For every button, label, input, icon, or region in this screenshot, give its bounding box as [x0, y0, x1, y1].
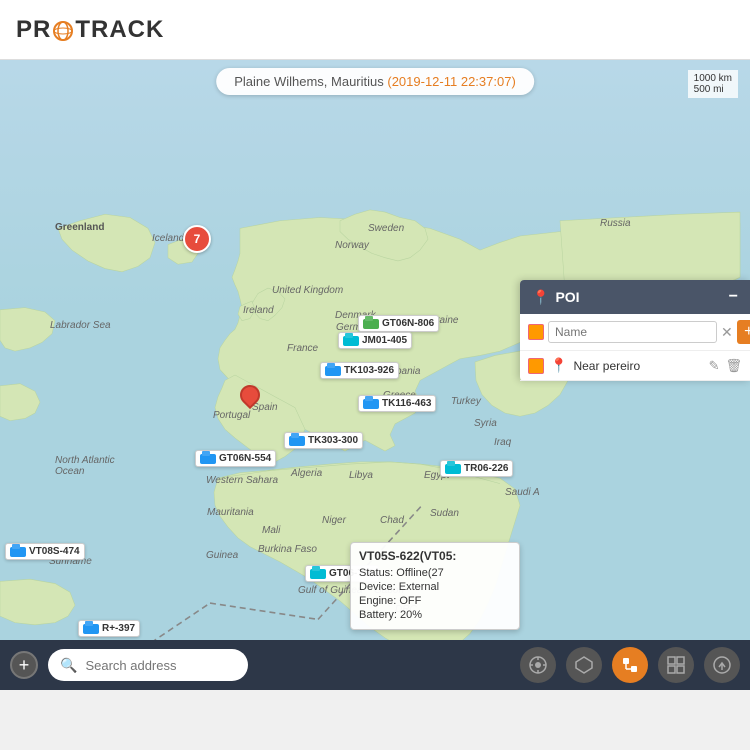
vehicle-JM01-405[interactable]: JM01-405	[338, 332, 412, 349]
poi-title: POI	[555, 289, 579, 305]
poi-header-left: 📍 POI	[532, 289, 580, 306]
vehicle-icon	[83, 624, 99, 634]
vehicle-icon	[10, 547, 26, 557]
zoom-button[interactable]: +	[10, 651, 38, 679]
route-icon	[620, 655, 640, 675]
vehicle-label: TK303-300	[308, 435, 358, 446]
logo-icon	[52, 20, 74, 42]
vehicle-GT06N-806[interactable]: GT06N-806	[358, 315, 439, 332]
poi-item-name: Near pereiro	[573, 359, 702, 373]
bottom-bar: + 🔍	[0, 640, 750, 690]
grid-icon-button[interactable]	[658, 647, 694, 683]
vehicle-label: R+-397	[102, 623, 135, 634]
popup-battery: Battery: 20%	[359, 609, 511, 621]
map-pin[interactable]	[240, 385, 260, 405]
poi-add-button[interactable]: +	[737, 320, 750, 344]
vehicle-icon	[200, 454, 216, 464]
popup-title: VT05S-622(VT05:	[359, 549, 511, 563]
vehicle-label: VT08S-474	[29, 546, 80, 557]
geofence-icon	[574, 655, 594, 675]
location-icon	[528, 655, 548, 675]
search-icon: 🔍	[60, 657, 77, 674]
vehicle-TK116-463[interactable]: TK116-463	[358, 395, 436, 412]
poi-search-checkbox[interactable]	[528, 324, 544, 340]
poi-search-row: ✕ +	[520, 314, 750, 351]
upload-icon	[712, 655, 732, 675]
scale-mi: 500 mi	[694, 84, 732, 95]
cluster-count: 7	[194, 232, 201, 246]
vehicle-TK103-926[interactable]: TK103-926	[320, 362, 399, 379]
vehicle-icon	[445, 464, 461, 474]
pin-head	[236, 381, 264, 409]
location-bar: Plaine Wilhems, Mauritius (2019-12-11 22…	[216, 68, 534, 95]
vehicle-icon	[310, 569, 326, 579]
scale-km: 1000 km	[694, 73, 732, 84]
upload-icon-button[interactable]	[704, 647, 740, 683]
scale-bar: 1000 km 500 mi	[688, 70, 738, 98]
search-box: 🔍	[48, 649, 248, 681]
poi-item-row: 📍 Near pereiro ✎ 🗑	[520, 351, 750, 381]
vehicle-label: GT06N-806	[382, 318, 434, 329]
poi-header: 📍 POI −	[520, 280, 750, 314]
vehicle-VT08S-474[interactable]: VT08S-474	[5, 543, 85, 560]
logo-post: TRACK	[75, 16, 164, 44]
vehicle-icon	[363, 399, 379, 409]
search-address-input[interactable]	[85, 658, 236, 673]
vehicle-label: GT06N-554	[219, 453, 271, 464]
poi-item-checkbox[interactable]	[528, 358, 544, 374]
popup-status: Status: Offline(27	[359, 567, 511, 579]
popup-device: Device: External	[359, 581, 511, 593]
vehicle-icon	[325, 366, 341, 376]
logo-pre: PR	[16, 16, 51, 44]
vehicle-TR06-226[interactable]: TR06-226	[440, 460, 513, 477]
logo: PR TRACK	[16, 16, 164, 44]
vehicle-icon	[343, 336, 359, 346]
geofence-icon-button[interactable]	[566, 647, 602, 683]
vehicle-label: TK103-926	[344, 365, 394, 376]
route-icon-button[interactable]	[612, 647, 648, 683]
poi-delete-button[interactable]: 🗑	[725, 358, 742, 374]
vehicle-popup: VT05S-622(VT05: Status: Offline(27 Devic…	[350, 542, 520, 630]
location-place: Plaine Wilhems, Mauritius	[234, 74, 384, 89]
vehicle-R-397[interactable]: R+-397	[78, 620, 140, 637]
poi-icon-button[interactable]	[520, 647, 556, 683]
map-container[interactable]: Greenland Iceland Norway Sweden Russia U…	[0, 60, 750, 690]
cluster-marker[interactable]: 7	[183, 225, 211, 253]
vehicle-GT06N-554[interactable]: GT06N-554	[195, 450, 276, 467]
poi-search-clear-button[interactable]: ✕	[721, 324, 733, 341]
grid-icon	[666, 655, 686, 675]
poi-panel: 📍 POI − ✕ + 📍 Near pereiro ✎ 🗑	[520, 280, 750, 381]
location-datetime: (2019-12-11 22:37:07)	[387, 74, 515, 89]
vehicle-TK303-300[interactable]: TK303-300	[284, 432, 363, 449]
vehicle-label: TR06-226	[464, 463, 508, 474]
vehicle-icon	[363, 319, 379, 329]
poi-search-input[interactable]	[548, 321, 717, 343]
poi-edit-button[interactable]: ✎	[709, 358, 720, 374]
vehicle-icon	[289, 436, 305, 446]
vehicle-label: TK116-463	[382, 398, 431, 409]
poi-item-icon: 📍	[550, 357, 567, 374]
poi-minimize-button[interactable]: −	[729, 288, 738, 306]
popup-engine: Engine: OFF	[359, 595, 511, 607]
vehicle-label: JM01-405	[362, 335, 407, 346]
app-header: PR TRACK	[0, 0, 750, 60]
poi-location-icon: 📍	[532, 289, 549, 306]
